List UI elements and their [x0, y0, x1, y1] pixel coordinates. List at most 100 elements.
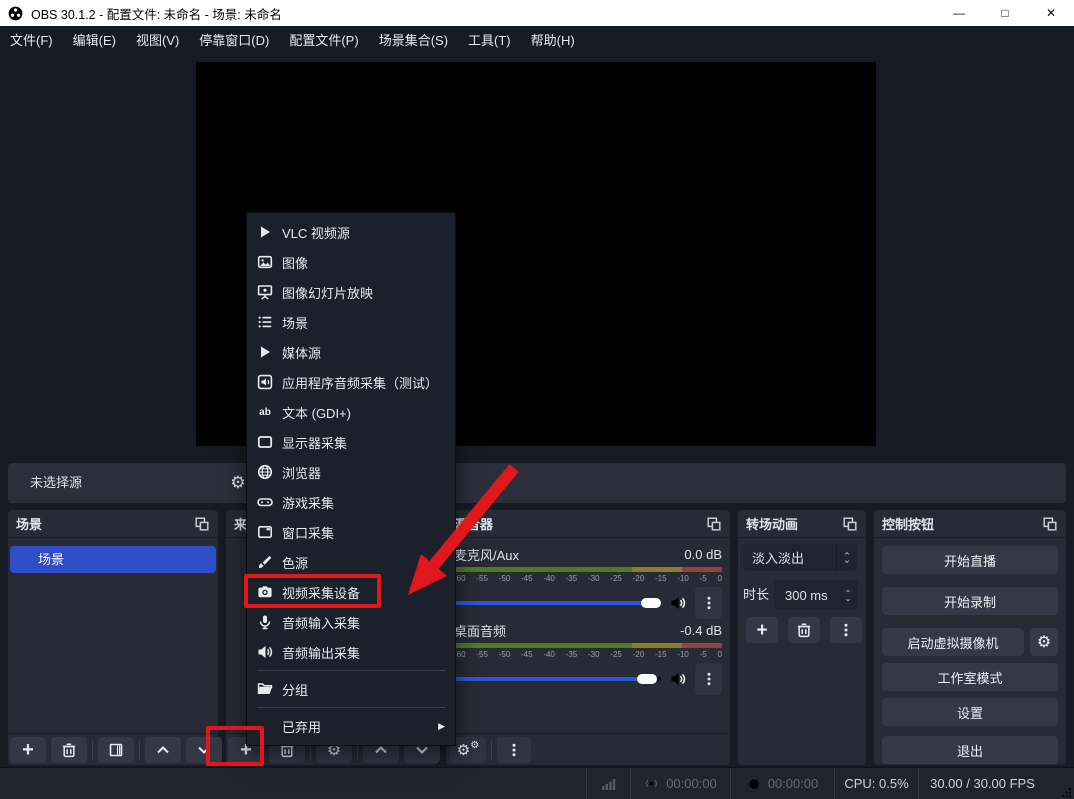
- fps-value: 30.00 / 30.00 FPS: [930, 776, 1035, 791]
- remove-transition-button[interactable]: [788, 617, 820, 643]
- close-button[interactable]: ✕: [1028, 0, 1074, 26]
- meter-tick-label: -25: [610, 650, 622, 659]
- speaker-icon[interactable]: [669, 671, 687, 687]
- meter-tick-label: -10: [677, 574, 689, 583]
- channel-options-kebab-button[interactable]: [695, 663, 722, 695]
- menu-view[interactable]: 视图(V): [126, 26, 189, 56]
- spinbox-carets-icon[interactable]: [843, 588, 853, 603]
- menu-docks[interactable]: 停靠窗口(D): [189, 26, 279, 56]
- channel-options-kebab-button[interactable]: [695, 587, 722, 619]
- maximize-button[interactable]: □: [982, 0, 1028, 26]
- popout-icon[interactable]: [194, 516, 210, 532]
- start-recording-button[interactable]: 开始录制: [882, 587, 1058, 615]
- menu-item-group[interactable]: 分组: [247, 674, 455, 704]
- window-icon: [257, 524, 273, 540]
- scenes-toolbar: +: [8, 733, 222, 765]
- duration-value: 300 ms: [785, 587, 828, 603]
- menu-item-text-gdi[interactable]: ab 文本 (GDI+): [247, 397, 455, 427]
- add-transition-button[interactable]: +: [746, 617, 778, 643]
- stream-time-section: 00:00:00: [630, 768, 730, 799]
- brush-icon: [257, 554, 273, 570]
- menu-item-audio-output-capture[interactable]: 音频输出采集: [247, 637, 455, 667]
- transition-options-kebab-button[interactable]: [830, 617, 862, 643]
- mixer-channel-level: -0.4 dB: [680, 622, 722, 638]
- menu-file[interactable]: 文件(F): [0, 26, 63, 56]
- folder-icon: [257, 681, 273, 697]
- transition-select[interactable]: 淡入淡出: [743, 544, 857, 571]
- menu-help[interactable]: 帮助(H): [521, 26, 585, 56]
- minimize-button[interactable]: —: [936, 0, 982, 26]
- globe-icon: [257, 464, 273, 480]
- record-time: 00:00:00: [767, 776, 819, 791]
- menu-item-deprecated[interactable]: 已弃用 ▶: [247, 711, 455, 741]
- meter-tick-label: -5: [699, 650, 707, 659]
- menu-item-vlc-source[interactable]: VLC 视频源: [247, 217, 455, 247]
- menu-profile[interactable]: 配置文件(P): [279, 26, 368, 56]
- annotation-box-video-capture-device: [244, 574, 381, 608]
- meter-tick-label: -5: [699, 574, 707, 583]
- add-scene-button[interactable]: +: [10, 736, 46, 763]
- volume-slider[interactable]: [454, 674, 661, 684]
- menu-item-image[interactable]: 图像: [247, 247, 455, 277]
- microphone-icon: [257, 614, 273, 630]
- play-icon: [257, 344, 273, 360]
- duration-spinbox[interactable]: 300 ms: [774, 580, 858, 610]
- toolbar-divider: [139, 739, 140, 760]
- popout-icon[interactable]: [842, 516, 858, 532]
- meter-tick-label: 0: [717, 574, 722, 583]
- meter-tick-label: -35: [565, 650, 578, 659]
- volume-slider-handle[interactable]: [640, 598, 661, 608]
- window-title: OBS 30.1.2 - 配置文件: 未命名 - 场景: 未命名: [31, 7, 282, 22]
- menu-tools[interactable]: 工具(T): [458, 26, 521, 56]
- volume-meter: [454, 643, 722, 648]
- transitions-panel-header: 转场动画: [738, 510, 866, 538]
- monitor-icon: [257, 434, 273, 450]
- start-virtual-camera-button[interactable]: 启动虚拟摄像机: [882, 628, 1024, 656]
- start-streaming-button[interactable]: 开始直播: [882, 546, 1058, 574]
- stream-health-section: [586, 768, 630, 799]
- meter-tick-label: -40: [543, 574, 555, 583]
- meter-tick-label: -35: [565, 574, 578, 583]
- annotation-box-add-source-button: [206, 726, 264, 766]
- volume-slider-handle[interactable]: [636, 674, 657, 684]
- menu-item-media-source[interactable]: 媒体源: [247, 337, 455, 367]
- list-icon: [257, 314, 273, 330]
- popout-icon[interactable]: [706, 516, 722, 532]
- settings-button[interactable]: 设置: [882, 698, 1058, 726]
- meter-tick-label: -10: [677, 650, 689, 659]
- menu-separator: [257, 707, 445, 708]
- exit-button[interactable]: 退出: [882, 736, 1058, 764]
- scene-list-item-selected[interactable]: 场景: [10, 546, 216, 573]
- volume-slider-fill: [454, 677, 647, 681]
- app-audio-icon: [257, 374, 273, 390]
- popout-icon[interactable]: [1042, 516, 1058, 532]
- broadcast-icon: [644, 776, 659, 791]
- text-ab-icon: ab: [259, 406, 271, 418]
- meter-tick-label: -45: [520, 650, 533, 659]
- move-scene-up-button[interactable]: [145, 736, 181, 763]
- source-properties-bar: 未选择源 ⚙: [8, 463, 1066, 503]
- meter-tick-label: -20: [632, 574, 645, 583]
- virtual-camera-settings-gear-button[interactable]: ⚙: [1030, 628, 1058, 656]
- menu-item-audio-input-capture[interactable]: 音频输入采集: [247, 607, 455, 637]
- fps-section: 30.00 / 30.00 FPS: [918, 768, 1046, 799]
- mixer-options-kebab-button[interactable]: [497, 736, 531, 763]
- toolbar-divider: [92, 739, 93, 760]
- menu-separator: [257, 670, 445, 671]
- resize-grip-icon[interactable]: [1062, 787, 1072, 797]
- studio-mode-button[interactable]: 工作室模式: [882, 663, 1058, 691]
- menu-item-scene[interactable]: 场景: [247, 307, 455, 337]
- menu-item-slideshow[interactable]: 图像幻灯片放映: [247, 277, 455, 307]
- record-time-section: 00:00:00: [730, 768, 834, 799]
- menu-edit[interactable]: 编辑(E): [63, 26, 126, 56]
- annotation-arrow: [408, 464, 519, 595]
- remove-scene-button[interactable]: [51, 736, 87, 763]
- cpu-usage-section: CPU: 0.5%: [834, 768, 918, 799]
- speaker-icon[interactable]: [669, 595, 687, 611]
- menu-scene-collection[interactable]: 场景集合(S): [369, 26, 458, 56]
- image-icon: [257, 254, 273, 270]
- menu-item-app-audio-capture[interactable]: 应用程序音频采集（测试）: [247, 367, 455, 397]
- scene-filters-button[interactable]: [98, 736, 134, 763]
- scene-transitions-panel: 转场动画 淡入淡出 时长 300 ms +: [738, 510, 866, 765]
- mixer-channel-level: 0.0 dB: [684, 546, 722, 562]
